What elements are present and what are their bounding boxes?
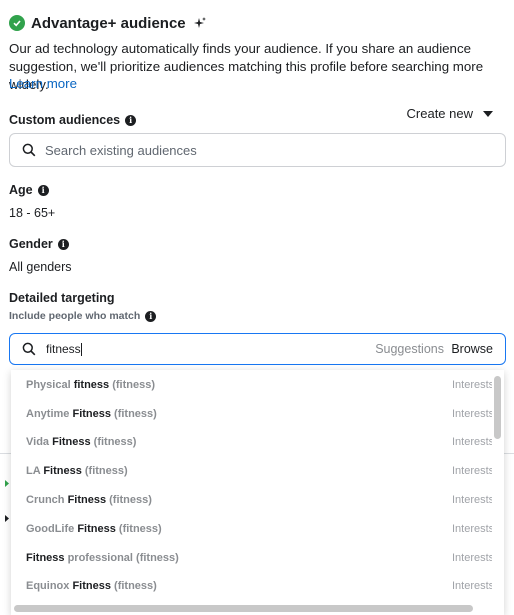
gender-label: Gender i — [9, 237, 69, 251]
detailed-targeting-label: Detailed targeting — [9, 291, 115, 305]
result-row[interactable]: Fitness professional (fitness) Interests — [11, 543, 492, 572]
result-name: Physical fitness (fitness) — [26, 378, 156, 391]
result-name: GoodLife Fitness (fitness) — [26, 522, 162, 535]
search-icon — [22, 143, 36, 157]
custom-audiences-label: Custom audiences i — [9, 113, 137, 127]
targeting-results-dropdown: Physical fitness (fitness) Interests Any… — [11, 370, 504, 615]
result-name: LA Fitness (fitness) — [26, 464, 128, 477]
create-new-dropdown[interactable]: Create new — [407, 106, 493, 121]
advantage-audience-header: Advantage+ audience — [9, 12, 206, 34]
background-dark-mark — [5, 515, 9, 522]
audience-description: Our ad technology automatically finds yo… — [9, 41, 484, 92]
result-category: Interests — [452, 493, 492, 506]
result-category: Interests — [452, 407, 492, 420]
result-row[interactable]: Anytime Fitness (fitness) Interests — [11, 399, 492, 428]
result-name: Fitness professional (fitness) — [26, 551, 179, 564]
result-category: Interests — [452, 551, 492, 564]
age-label-text: Age — [9, 183, 33, 197]
sparkle-icon — [193, 17, 206, 28]
result-category: Interests — [452, 579, 492, 592]
info-icon[interactable]: i — [37, 184, 49, 196]
search-placeholder: Search existing audiences — [45, 142, 197, 158]
result-row[interactable]: GoodLife Fitness (fitness) Interests — [11, 514, 492, 543]
search-query-text[interactable]: fitness — [46, 341, 82, 357]
learn-more-link[interactable]: Learn more — [9, 76, 77, 91]
custom-audiences-label-text: Custom audiences — [9, 113, 121, 127]
include-people-label: Include people who match i — [9, 310, 157, 322]
result-row[interactable]: LA Fitness (fitness) Interests — [11, 456, 492, 485]
info-icon[interactable]: i — [125, 114, 137, 126]
horizontal-scrollbar[interactable] — [14, 605, 473, 612]
detailed-targeting-search-input[interactable]: fitness Suggestions Browse — [9, 333, 506, 365]
search-icon — [22, 342, 36, 356]
result-name: Crunch Fitness (fitness) — [26, 493, 152, 506]
search-query-value: fitness — [46, 341, 81, 356]
search-audiences-input[interactable]: Search existing audiences — [9, 133, 506, 167]
vertical-scrollbar[interactable] — [494, 376, 501, 439]
age-value[interactable]: 18 - 65+ — [9, 206, 55, 220]
suggestions-tab[interactable]: Suggestions — [375, 342, 444, 356]
check-circle-icon — [9, 15, 25, 31]
include-people-label-text: Include people who match — [9, 310, 141, 322]
text-cursor — [80, 343, 82, 357]
age-label: Age i — [9, 183, 49, 197]
result-name: Anytime Fitness (fitness) — [26, 407, 157, 420]
section-title: Advantage+ audience — [31, 14, 186, 32]
create-new-label: Create new — [406, 106, 473, 121]
background-green-mark — [5, 480, 9, 487]
result-row[interactable]: Physical fitness (fitness) Interests — [11, 370, 492, 399]
result-name: Equinox Fitness (fitness) — [26, 579, 157, 592]
result-category: Interests — [452, 464, 492, 477]
result-name: Vida Fitness (fitness) — [26, 435, 137, 448]
info-icon[interactable]: i — [57, 238, 69, 250]
caret-down-icon — [483, 110, 493, 117]
result-row[interactable]: Vida Fitness (fitness) Interests — [11, 427, 492, 456]
result-category: Interests — [452, 522, 492, 535]
browse-tab[interactable]: Browse — [451, 342, 493, 356]
gender-value[interactable]: All genders — [9, 260, 72, 274]
result-category: Interests — [452, 435, 492, 448]
result-row[interactable]: Crunch Fitness (fitness) Interests — [11, 485, 492, 514]
detailed-targeting-label-text: Detailed targeting — [9, 291, 115, 305]
result-category: Interests — [452, 378, 492, 391]
info-icon[interactable]: i — [145, 310, 157, 322]
gender-label-text: Gender — [9, 237, 53, 251]
result-row[interactable]: Equinox Fitness (fitness) Interests — [11, 571, 492, 600]
